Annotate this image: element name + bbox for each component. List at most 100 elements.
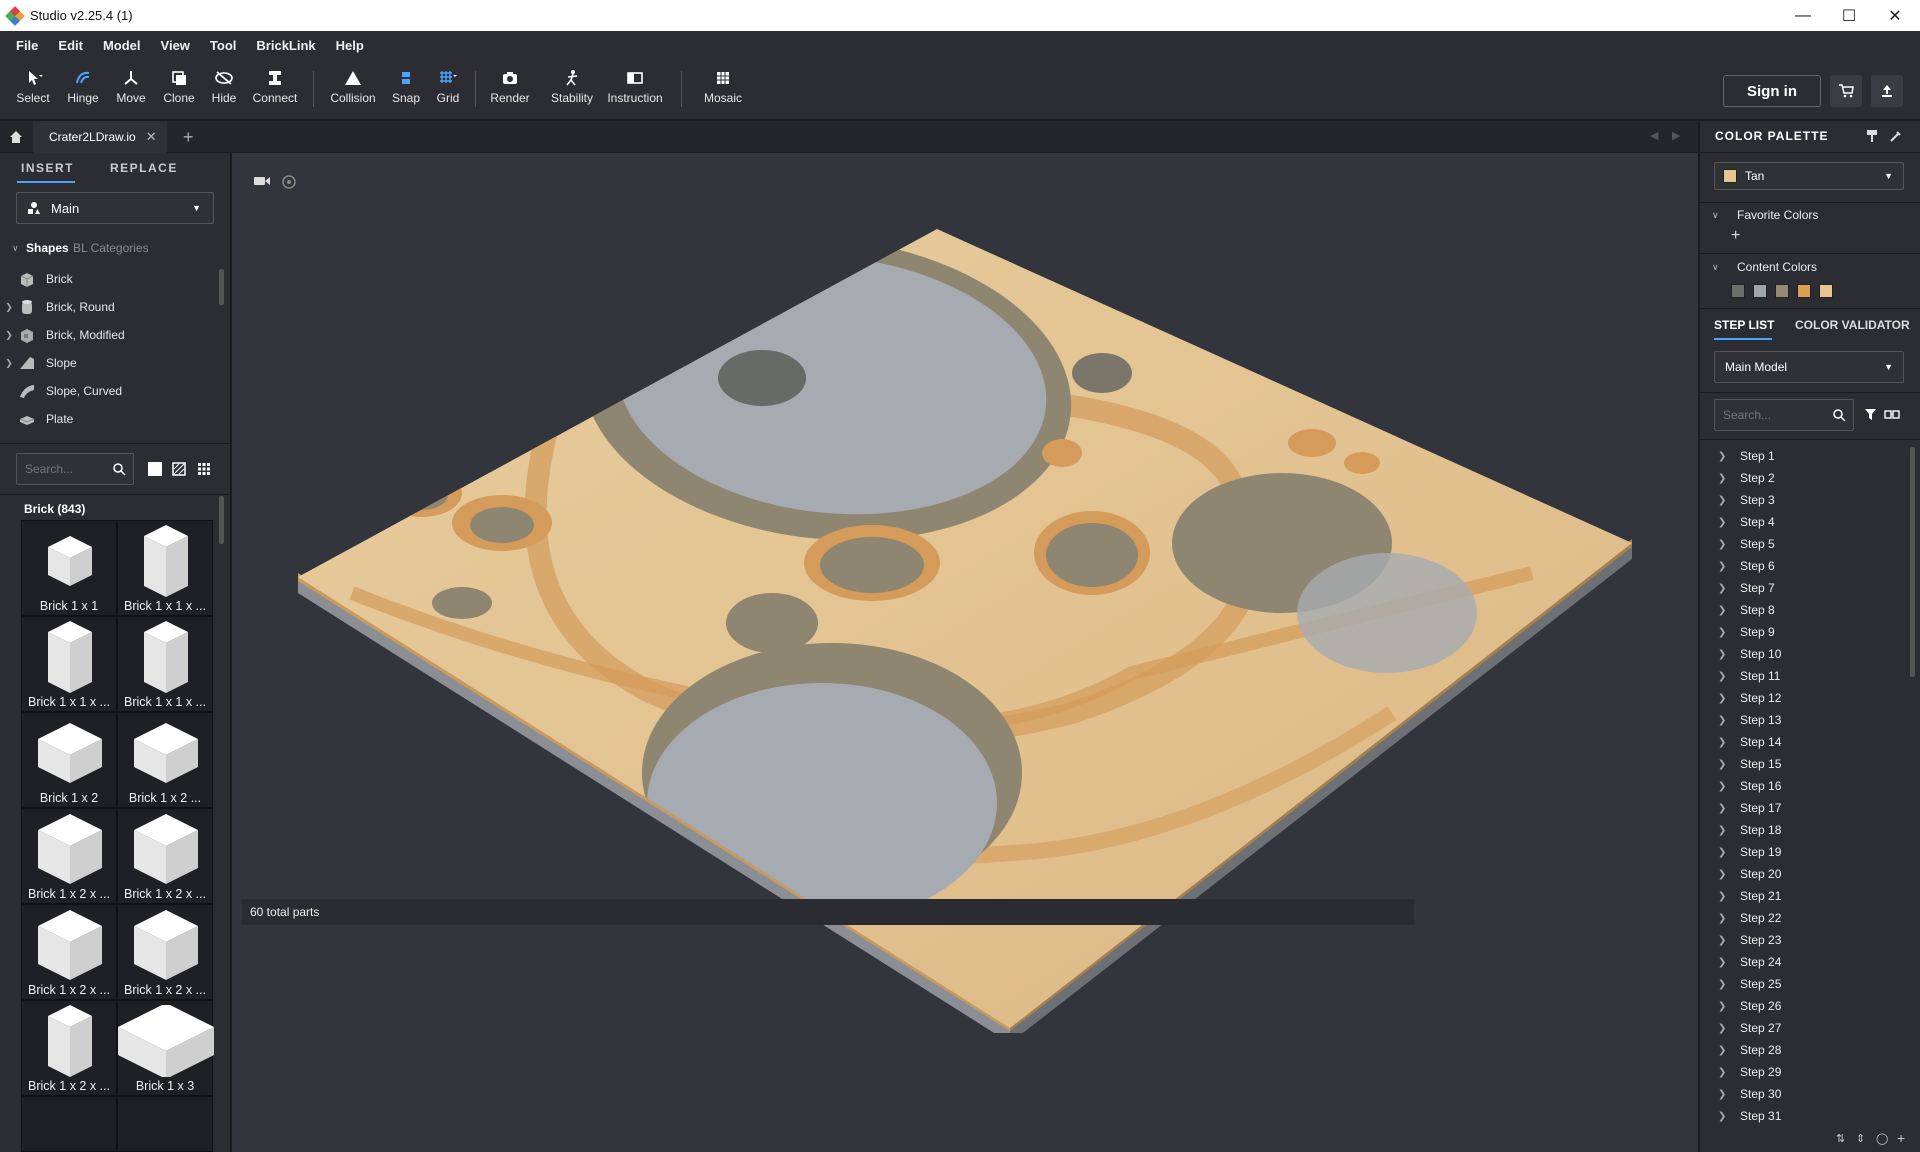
shape-item-brick-modified[interactable]: ❯ Brick, Modified	[0, 321, 220, 349]
link-view-icon[interactable]	[1884, 408, 1900, 421]
parts-search-box[interactable]	[16, 453, 134, 485]
step-item[interactable]: ❯ Step 13	[1700, 709, 1908, 731]
step-item[interactable]: ❯ Step 7	[1700, 577, 1908, 599]
step-item[interactable]: ❯ Step 16	[1700, 775, 1908, 797]
menu-model[interactable]: Model	[93, 38, 151, 53]
step-search-input[interactable]	[1723, 408, 1833, 422]
part-tile[interactable]: Brick 1 x 2 x ...	[21, 904, 117, 1000]
hide-tool-button[interactable]: Hide	[205, 69, 243, 105]
step-item[interactable]: ❯ Step 27	[1700, 1017, 1908, 1039]
menu-view[interactable]: View	[151, 38, 200, 53]
clone-tool-button[interactable]: Clone	[160, 69, 198, 105]
menu-tool[interactable]: Tool	[200, 38, 246, 53]
minimize-button[interactable]: —	[1780, 0, 1826, 31]
step-item[interactable]: ❯ Step 11	[1700, 665, 1908, 687]
menu-help[interactable]: Help	[326, 38, 374, 53]
expand-step-icon[interactable]: ❯	[1718, 627, 1732, 638]
part-tile[interactable]: Brick 1 x 2 x ...	[21, 1000, 117, 1096]
bl-categories-tab[interactable]: BL Categories	[73, 241, 149, 255]
expand-step-icon[interactable]: ❯	[1718, 539, 1732, 550]
step-item[interactable]: ❯ Step 24	[1700, 951, 1908, 973]
part-tile[interactable]: Brick 1 x 2 x ...	[21, 808, 117, 904]
expand-step-icon[interactable]: ❯	[1718, 913, 1732, 924]
step-item[interactable]: ❯ Step 28	[1700, 1039, 1908, 1061]
step-item[interactable]: ❯ Step 31	[1700, 1105, 1908, 1125]
expand-icon[interactable]: ❯	[0, 330, 18, 341]
part-tile[interactable]	[21, 1096, 117, 1152]
tab-scroll-left-icon[interactable]: ◀	[1650, 129, 1658, 142]
step-item[interactable]: ❯ Step 30	[1700, 1083, 1908, 1105]
instruction-tool-button[interactable]: Instruction	[604, 69, 666, 105]
expand-step-icon[interactable]: ❯	[1718, 1045, 1732, 1056]
step-item[interactable]: ❯ Step 17	[1700, 797, 1908, 819]
paint-icon[interactable]	[1865, 129, 1879, 143]
part-tile[interactable]: Brick 1 x 1 x ...	[117, 520, 213, 616]
step-item[interactable]: ❯ Step 4	[1700, 511, 1908, 533]
3d-viewport[interactable]: 60 total parts	[232, 153, 1698, 1152]
shape-item-brick-round[interactable]: ❯ Brick, Round	[0, 293, 220, 321]
step-item[interactable]: ❯ Step 12	[1700, 687, 1908, 709]
expand-step-icon[interactable]: ❯	[1718, 649, 1732, 660]
document-tab[interactable]: Crater2LDraw.io ✕	[33, 121, 167, 153]
expand-step-icon[interactable]: ❯	[1718, 605, 1732, 616]
expand-step-icon[interactable]: ❯	[1718, 825, 1732, 836]
part-tile[interactable]	[117, 1096, 213, 1152]
step-item[interactable]: ❯ Step 9	[1700, 621, 1908, 643]
collapse-content-icon[interactable]: ∨	[1712, 262, 1719, 273]
shape-item-slope[interactable]: ❯ Slope	[0, 349, 220, 377]
expand-step-icon[interactable]: ❯	[1718, 957, 1732, 968]
step-search-box[interactable]	[1714, 399, 1854, 431]
step-item[interactable]: ❯ Step 10	[1700, 643, 1908, 665]
move-tool-button[interactable]: Move	[112, 69, 150, 105]
expand-step-icon[interactable]: ❯	[1718, 1067, 1732, 1078]
step-item[interactable]: ❯ Step 18	[1700, 819, 1908, 841]
collapse-all-icon[interactable]: ⇅	[1836, 1132, 1845, 1145]
shapes-tab[interactable]: Shapes	[26, 241, 69, 255]
add-favorite-color-button[interactable]: +	[1731, 227, 1740, 245]
expand-step-icon[interactable]: ❯	[1718, 847, 1732, 858]
part-tile[interactable]: Brick 1 x 2 x ...	[117, 904, 213, 1000]
parts-scrollbar[interactable]	[219, 496, 224, 544]
new-tab-button[interactable]: +	[183, 127, 194, 148]
expand-step-icon[interactable]: ❯	[1718, 869, 1732, 880]
expand-step-icon[interactable]: ❯	[1718, 1089, 1732, 1100]
step-item[interactable]: ❯ Step 14	[1700, 731, 1908, 753]
expand-all-icon[interactable]: ⇕	[1856, 1132, 1865, 1145]
part-tile[interactable]: Brick 1 x 1 x ...	[21, 616, 117, 712]
step-item[interactable]: ❯ Step 20	[1700, 863, 1908, 885]
expand-step-icon[interactable]: ❯	[1718, 737, 1732, 748]
expand-step-icon[interactable]: ❯	[1718, 891, 1732, 902]
tab-replace[interactable]: REPLACE	[110, 161, 178, 175]
collision-tool-button[interactable]: Collision	[327, 69, 379, 105]
close-window-button[interactable]: ✕	[1872, 0, 1918, 31]
collapse-shapes-icon[interactable]: ∨	[12, 243, 19, 254]
expand-icon[interactable]: ❯	[0, 302, 18, 313]
expand-step-icon[interactable]: ❯	[1718, 473, 1732, 484]
expand-step-icon[interactable]: ❯	[1718, 781, 1732, 792]
step-item[interactable]: ❯ Step 2	[1700, 467, 1908, 489]
part-tile[interactable]: Brick 1 x 2 ...	[117, 712, 213, 808]
tab-scroll-right-icon[interactable]: ▶	[1672, 129, 1680, 142]
color-swatch[interactable]	[1797, 284, 1811, 298]
expand-step-icon[interactable]: ❯	[1718, 1111, 1732, 1122]
expand-step-icon[interactable]: ❯	[1718, 517, 1732, 528]
parts-search-input[interactable]	[25, 462, 113, 476]
expand-step-icon[interactable]: ❯	[1718, 561, 1732, 572]
mosaic-tool-button[interactable]: Mosaic	[700, 69, 746, 105]
maximize-button[interactable]: ☐	[1826, 0, 1872, 31]
step-item[interactable]: ❯ Step 8	[1700, 599, 1908, 621]
collapse-favorite-icon[interactable]: ∨	[1712, 210, 1719, 221]
part-tile[interactable]: Brick 1 x 2	[21, 712, 117, 808]
step-item[interactable]: ❯ Step 5	[1700, 533, 1908, 555]
tab-color-validator[interactable]: COLOR VALIDATOR	[1795, 318, 1910, 332]
expand-step-icon[interactable]: ❯	[1718, 495, 1732, 506]
step-item[interactable]: ❯ Step 23	[1700, 929, 1908, 951]
step-item[interactable]: ❯ Step 1	[1700, 445, 1908, 467]
expand-step-icon[interactable]: ❯	[1718, 803, 1732, 814]
view-grid-icon[interactable]	[197, 462, 211, 476]
step-item[interactable]: ❯ Step 29	[1700, 1061, 1908, 1083]
add-step-button[interactable]: +	[1897, 1130, 1905, 1146]
menu-edit[interactable]: Edit	[48, 38, 93, 53]
part-tile[interactable]: Brick 1 x 1	[21, 520, 117, 616]
color-swatch[interactable]	[1753, 284, 1767, 298]
